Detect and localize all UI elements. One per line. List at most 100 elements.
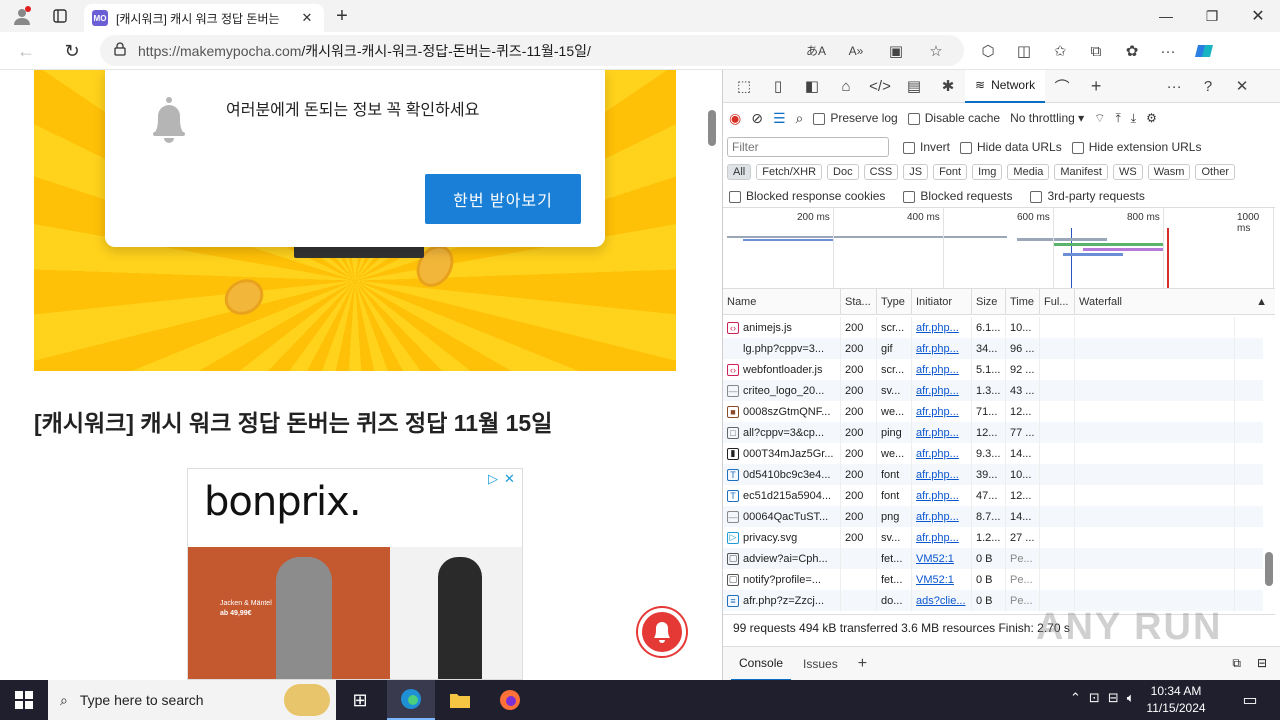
filter-chip-fetch-xhr[interactable]: Fetch/XHR <box>756 164 823 180</box>
search-icon[interactable]: ⌕ <box>796 110 804 127</box>
col-waterfall[interactable]: Waterfall ▲ <box>1075 289 1275 314</box>
notification-bell-button[interactable] <box>638 608 686 656</box>
show-hidden-icons[interactable]: ⌃ <box>1070 690 1081 706</box>
inspect-element-icon[interactable]: ⬚ <box>727 70 761 103</box>
import-har-icon[interactable]: ⤒ <box>1115 111 1120 126</box>
tab-network[interactable]: ≋ Network <box>965 69 1046 103</box>
invert-checkbox[interactable]: Invert <box>903 140 950 154</box>
taskbar-clock[interactable]: 10:34 AM 11/15/2024 <box>1134 683 1218 717</box>
sources-tab-icon[interactable]: ✱ <box>931 70 965 103</box>
copilot-icon[interactable] <box>1190 37 1218 65</box>
cell-initiator[interactable]: afr.php... <box>912 443 972 464</box>
cell-initiator[interactable]: ads?clie... <box>912 590 972 611</box>
cell-name[interactable]: ▷ privacy.svg <box>723 527 841 548</box>
network-overview-timeline[interactable]: 200 ms 400 ms 600 ms 800 ms 1000 ms <box>723 207 1275 290</box>
device-emulation-icon[interactable]: ▯ <box>761 70 795 103</box>
filter-chip-media[interactable]: Media <box>1007 164 1050 180</box>
cell-name[interactable]: lg.php?cppv=3... <box>723 338 841 359</box>
cell-initiator[interactable]: afr.php... <box>912 527 972 548</box>
ad-banner[interactable]: bonprix. ▷ ✕ Jacken & Mäntel ab 49,99€ <box>187 468 523 680</box>
filter-toggle-icon[interactable]: ☰ <box>773 110 786 127</box>
export-har-icon[interactable]: ⤓ <box>1131 111 1136 126</box>
ad-close-icon[interactable]: ✕ <box>504 471 515 487</box>
more-tabs-icon[interactable]: + <box>1079 70 1113 103</box>
split-screen-icon[interactable]: ◫ <box>1010 37 1038 65</box>
network-scrollbar[interactable] <box>1265 552 1273 586</box>
performance-tab-icon[interactable]: ⌒ <box>1045 70 1079 103</box>
elements-tab-icon[interactable]: </> <box>863 70 897 103</box>
col-name[interactable]: Name <box>723 289 841 314</box>
table-row[interactable]: — criteo_logo_20... 200 sv... afr.php... 1.3.… <box>723 380 1263 401</box>
table-row[interactable]: ‹› animejs.js 200 scr... afr.php... 6.1... 10.… <box>723 317 1263 338</box>
performance-icon[interactable]: ✿ <box>1118 37 1146 65</box>
cell-name[interactable]: Tec51d215a5904... <box>723 485 841 506</box>
start-button[interactable] <box>0 680 48 720</box>
cell-initiator[interactable]: VM52:1 <box>912 569 972 590</box>
console-tab-icon[interactable]: ▤ <box>897 70 931 103</box>
table-row[interactable]: ▢ notify?profile=... fet... VM52:1 0 B Pe... <box>723 569 1263 590</box>
cell-name[interactable]: ▢ adview?ai=Cph... <box>723 548 841 569</box>
maximize-button[interactable]: ❐ <box>1196 2 1228 30</box>
cell-initiator[interactable]: afr.php... <box>912 485 972 506</box>
third-party-checkbox[interactable]: 3rd-party requests <box>1030 189 1145 203</box>
task-view-icon[interactable]: ⊞ <box>336 680 384 720</box>
cell-initiator[interactable]: afr.php... <box>912 380 972 401</box>
undock-drawer-icon[interactable]: ⧉ <box>1232 656 1241 671</box>
help-icon[interactable]: ? <box>1191 70 1225 103</box>
table-row[interactable]: ▮ 000T34mJaz5Gr... 200 we... afr.php... 9.3..… <box>723 443 1263 464</box>
filter-chip-js[interactable]: JS <box>903 164 929 180</box>
col-initiator[interactable]: Initiator <box>912 289 972 314</box>
drawer-tab-console[interactable]: Console <box>731 647 792 681</box>
cell-name[interactable]: ▮ 000T34mJaz5Gr... <box>723 443 841 464</box>
ad-choices[interactable]: ▷ ✕ <box>488 471 515 487</box>
col-status[interactable]: Sta... <box>841 289 877 314</box>
favorite-star-icon[interactable]: ☆ <box>922 37 950 65</box>
filter-chip-css[interactable]: CSS <box>863 164 899 180</box>
edge-taskbar-icon[interactable] <box>387 680 435 720</box>
cell-name[interactable]: ▢ notify?profile=... <box>723 569 841 590</box>
file-explorer-icon[interactable] <box>436 680 484 720</box>
cell-initiator[interactable]: afr.php... <box>912 317 972 338</box>
firefox-icon[interactable] <box>486 680 534 720</box>
dock-icon[interactable]: ◧ <box>795 70 829 103</box>
cell-name[interactable]: ■ 0008szGtmQNF... <box>723 401 841 422</box>
table-row[interactable]: ‹› webfontloader.js 200 scr... afr.php... 5.1… <box>723 359 1263 380</box>
close-devtools-icon[interactable]: ✕ <box>1225 70 1259 103</box>
table-row[interactable]: — 00064QacTuST... 200 png afr.php... 8.7... 14… <box>723 506 1263 527</box>
filter-chip-ws[interactable]: WS <box>1112 164 1143 180</box>
new-tab-button[interactable]: + <box>326 2 358 30</box>
drawer-tab-issues[interactable]: Issues <box>795 647 846 681</box>
hide-extension-urls-checkbox[interactable]: Hide extension URLs <box>1071 140 1201 154</box>
disable-cache-checkbox[interactable]: Disable cache <box>907 111 1000 125</box>
tab-actions-icon[interactable] <box>44 2 76 30</box>
network-icon[interactable]: ⊡ <box>1089 690 1100 706</box>
filter-chip-all[interactable]: All <box>727 164 752 180</box>
table-row[interactable]: Tec51d215a5904... 200 font afr.php... 47... 1… <box>723 485 1263 506</box>
favorites-icon[interactable]: ✩ <box>1046 37 1074 65</box>
profile-icon[interactable] <box>6 2 38 30</box>
table-row[interactable]: ▢ adview?ai=Cph... fet... VM52:1 0 B Pe... <box>723 548 1263 569</box>
blocked-requests-checkbox[interactable]: Blocked requests <box>903 189 1012 203</box>
record-icon[interactable]: ◉ <box>729 110 741 127</box>
cell-initiator[interactable]: VM52:1 <box>912 548 972 569</box>
filter-chip-manifest[interactable]: Manifest <box>1054 164 1108 180</box>
network-settings-icon[interactable]: ⚙ <box>1146 111 1157 125</box>
browser-tab[interactable]: MO [캐시워크] 캐시 워크 정답 돈버는 ✕ <box>84 4 324 32</box>
close-tab-icon[interactable]: ✕ <box>298 9 316 27</box>
table-row[interactable]: ■ 0008szGtmQNF... 200 we... afr.php... 71... 1… <box>723 401 1263 422</box>
cell-initiator[interactable]: afr.php... <box>912 338 972 359</box>
close-window-button[interactable]: ✕ <box>1242 2 1274 30</box>
back-button[interactable]: ← <box>10 37 42 65</box>
col-size[interactable]: Size <box>972 289 1006 314</box>
add-drawer-tab-icon[interactable]: + <box>850 647 875 681</box>
blocked-cookies-checkbox[interactable]: Blocked response cookies <box>729 189 885 203</box>
throttling-select[interactable]: No throttling ▾ <box>1010 111 1084 125</box>
ethernet-icon[interactable]: ⊟ <box>1108 690 1119 706</box>
url-field[interactable]: https://makemypocha.com/캐시워크-캐시-워크-정답-돈버… <box>100 35 964 66</box>
taskbar-search[interactable]: ⌕ Type here to search <box>48 680 336 720</box>
col-time[interactable]: Time <box>1006 289 1040 314</box>
table-row[interactable]: lg.php?cppv=3... 200 gif afr.php... 34... 96 … <box>723 338 1263 359</box>
table-row[interactable]: □ all?cppv=3&cp... 200 ping afr.php... 12... 7… <box>723 422 1263 443</box>
filter-input[interactable] <box>727 137 889 157</box>
extensions-icon[interactable]: ⬡ <box>974 37 1002 65</box>
